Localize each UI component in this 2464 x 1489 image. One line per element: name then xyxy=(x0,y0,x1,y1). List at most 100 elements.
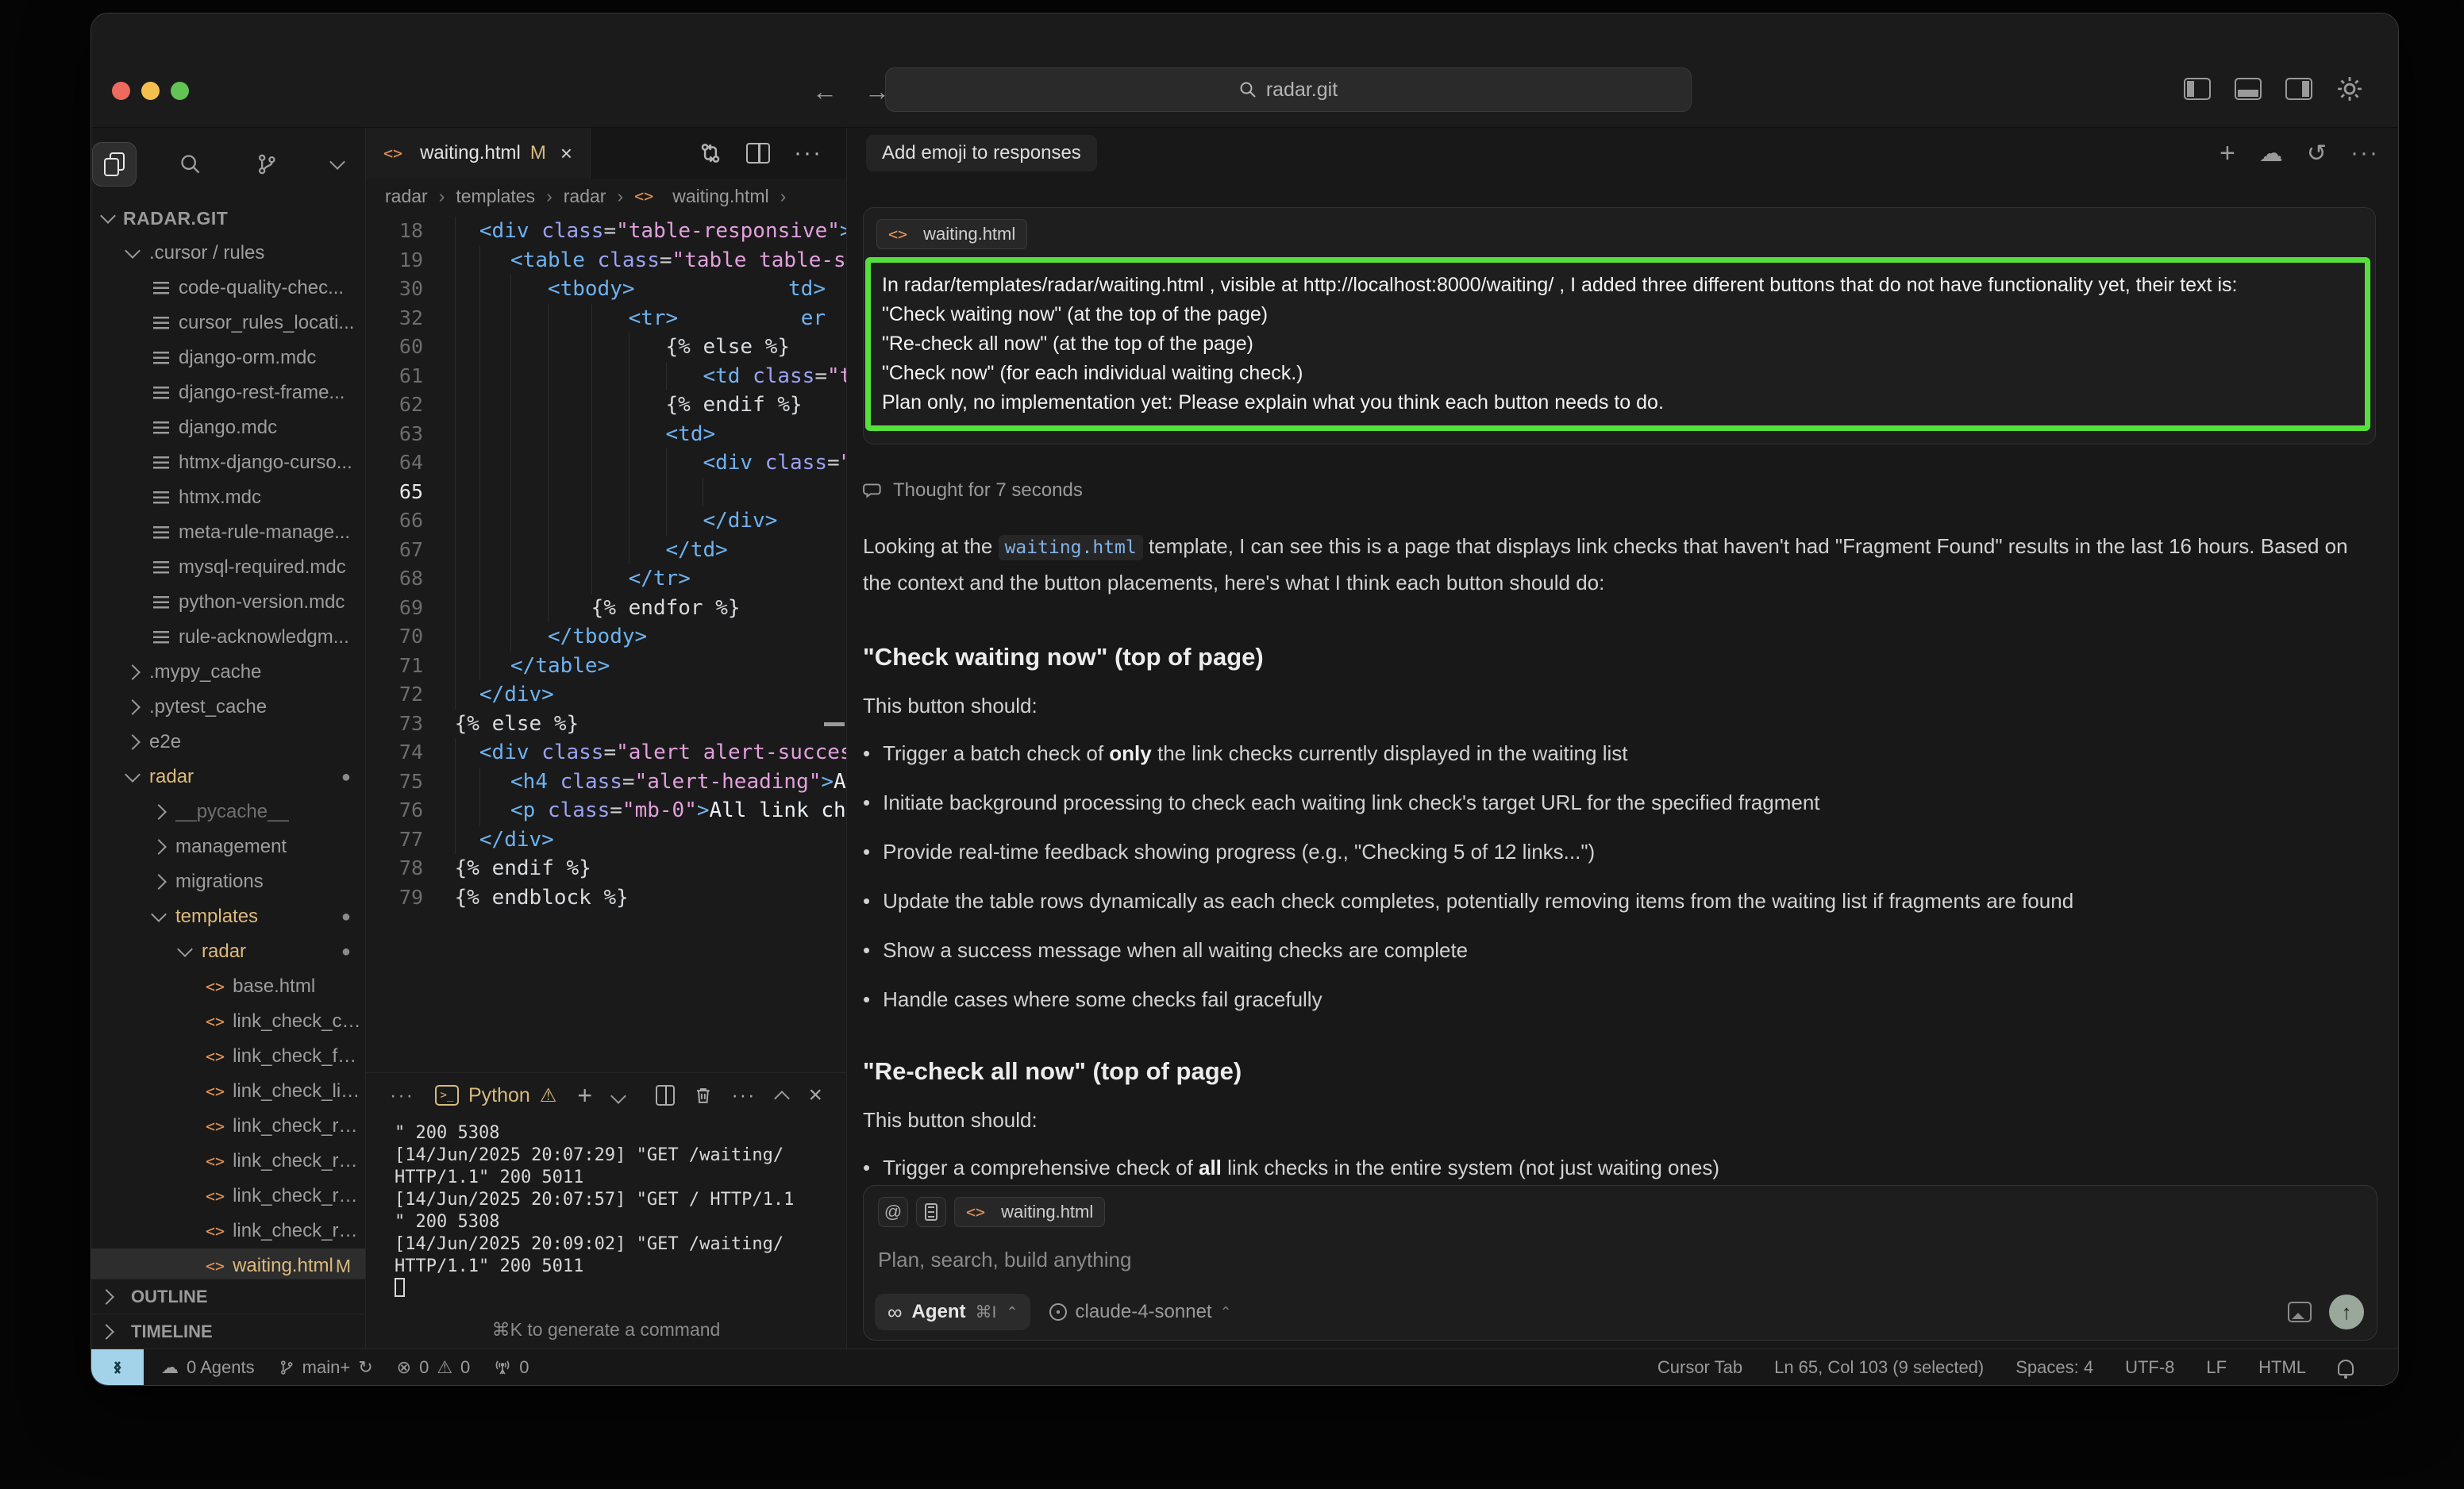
language-mode-status[interactable]: HTML xyxy=(2258,1357,2306,1378)
close-panel-icon[interactable]: × xyxy=(808,1082,822,1109)
tree-item--mypy-cache[interactable]: .mypy_cache xyxy=(91,655,365,690)
terminal-dropdown-icon[interactable] xyxy=(610,1088,626,1104)
split-editor-icon[interactable] xyxy=(746,143,770,164)
breadcrumb-item[interactable]: waiting.html xyxy=(672,186,768,207)
terminal-more-icon[interactable]: ··· xyxy=(731,1084,756,1107)
breadcrumb-item[interactable]: radar xyxy=(385,186,428,207)
tree-item-management[interactable]: management xyxy=(91,829,365,864)
terminal-output[interactable]: " 200 5308[14/Jun/2025 20:07:29] "GET /w… xyxy=(366,1118,846,1349)
toggle-right-panel-icon[interactable] xyxy=(2285,78,2312,100)
tree-item--cursor-rules[interactable]: .cursor / rules xyxy=(91,236,365,271)
tree-item-django-orm-mdc[interactable]: django-orm.mdc xyxy=(91,341,365,375)
line-number: 75 xyxy=(366,768,423,797)
input-context-file-chip[interactable]: <> waiting.html xyxy=(954,1197,1105,1227)
back-button[interactable]: ← xyxy=(812,77,837,106)
tree-item-radar[interactable]: radar● xyxy=(91,934,365,969)
terminal-tab-python[interactable]: >_ Python ⚠ xyxy=(435,1084,556,1107)
chat-tab[interactable]: Add emoji to responses xyxy=(866,135,1097,171)
search-sidebar-icon[interactable] xyxy=(168,142,213,187)
history-icon[interactable]: ↺ xyxy=(2307,140,2327,167)
tree-item-base-html[interactable]: <>base.html xyxy=(91,969,365,1004)
chat-conversation[interactable]: <> waiting.html In radar/templates/radar… xyxy=(847,179,2398,1349)
editor-more-actions-icon[interactable]: ··· xyxy=(794,140,822,167)
eol-status[interactable]: LF xyxy=(2206,1357,2227,1378)
tree-item--pytest-cache[interactable]: .pytest_cache xyxy=(91,690,365,725)
tree-item-link-check-list-h-[interactable]: <>link_check_list.h... xyxy=(91,1074,365,1109)
split-terminal-icon[interactable] xyxy=(656,1085,675,1106)
tree-item-link-check-resul-[interactable]: <>link_check_resul... xyxy=(91,1214,365,1249)
context-file-chip[interactable]: <> waiting.html xyxy=(876,219,1027,249)
tree-item-migrations[interactable]: migrations xyxy=(91,864,365,899)
tree-item-label: link_check_resul... xyxy=(233,1115,365,1137)
thought-row[interactable]: Thought for 7 seconds xyxy=(863,479,2376,502)
tree-item-waiting-html[interactable]: <>waiting.htmlM xyxy=(91,1249,365,1279)
tree-item-link-check-confi-[interactable]: <>link_check_confi... xyxy=(91,1004,365,1039)
terminal-left-more-icon[interactable]: ··· xyxy=(390,1084,414,1107)
indentation-status[interactable]: Spaces: 4 xyxy=(2015,1357,2093,1378)
chat-input-box[interactable]: @ <> waiting.html Plan, search, build an… xyxy=(863,1185,2377,1341)
views-chevron-icon[interactable] xyxy=(321,142,365,187)
git-branch-status[interactable]: main+ ↻ xyxy=(279,1357,373,1378)
timeline-section[interactable]: TIMELINE xyxy=(91,1314,365,1349)
command-center-search[interactable]: radar.git xyxy=(885,67,1692,112)
cloud-icon[interactable]: ☁ xyxy=(2259,140,2283,167)
tree-item-htmx-django-curso-[interactable]: htmx-django-curso... xyxy=(91,445,365,480)
maximize-panel-icon[interactable] xyxy=(775,1091,791,1106)
notifications-bell-icon[interactable] xyxy=(2338,1360,2354,1375)
tree-item-link-check-resul-[interactable]: <>link_check_resul... xyxy=(91,1109,365,1144)
tree-item-templates[interactable]: templates● xyxy=(91,899,365,934)
close-tab-icon[interactable]: × xyxy=(560,141,572,166)
tree-item-link-check-resul-[interactable]: <>link_check_resul... xyxy=(91,1179,365,1214)
code-editor[interactable]: 18<div class="table-responsive">19<table… xyxy=(366,214,846,1072)
tree-item-radar[interactable]: radar● xyxy=(91,760,365,795)
breadcrumb-item[interactable]: templates xyxy=(456,186,535,207)
chat-more-icon[interactable]: ··· xyxy=(2350,140,2379,167)
chat-input-placeholder[interactable]: Plan, search, build anything xyxy=(878,1248,2362,1272)
add-context-at-button[interactable]: @ xyxy=(878,1197,908,1227)
tree-item-link-check-form-[interactable]: <>link_check_form... xyxy=(91,1039,365,1074)
tree-item-rule-acknowledgm-[interactable]: rule-acknowledgm... xyxy=(91,620,365,655)
toggle-bottom-panel-icon[interactable] xyxy=(2235,78,2262,100)
git-compare-icon[interactable] xyxy=(699,141,722,165)
tree-item--pycache-[interactable]: __pycache__ xyxy=(91,795,365,829)
tree-item-django-rest-frame-[interactable]: django-rest-frame... xyxy=(91,375,365,410)
tree-item-link-check-resul-[interactable]: <>link_check_resul... xyxy=(91,1144,365,1179)
minimize-window-button[interactable] xyxy=(141,82,160,100)
tree-item-e2e[interactable]: e2e xyxy=(91,725,365,760)
agent-mode-selector[interactable]: ∞ Agent ⌘I ⌃ xyxy=(875,1294,1030,1330)
tab-waiting-html[interactable]: <> waiting.html M × xyxy=(366,128,591,179)
code-line-75: 75<h4 class="alert-heading">All Caught U… xyxy=(366,768,846,797)
modified-dot: ● xyxy=(341,768,351,787)
new-terminal-icon[interactable]: + xyxy=(577,1081,592,1110)
outline-section[interactable]: OUTLINE xyxy=(91,1279,365,1314)
tree-item-htmx-mdc[interactable]: htmx.mdc xyxy=(91,480,365,515)
project-root[interactable]: RADAR.GIT xyxy=(91,201,365,236)
tree-item-mysql-required-mdc[interactable]: mysql-required.mdc xyxy=(91,550,365,585)
attach-file-button[interactable] xyxy=(916,1197,946,1227)
attach-image-icon[interactable] xyxy=(2288,1302,2312,1322)
breadcrumb-item[interactable]: radar xyxy=(564,186,606,207)
model-selector[interactable]: claude-4-sonnet ⌃ xyxy=(1049,1301,1231,1323)
tree-item-meta-rule-manage-[interactable]: meta-rule-manage... xyxy=(91,515,365,550)
problems-status[interactable]: ⊗ 0 ⚠ 0 xyxy=(397,1357,471,1378)
send-button[interactable]: ↑ xyxy=(2329,1295,2364,1329)
html-file-icon: <> xyxy=(206,1152,225,1171)
source-control-icon[interactable] xyxy=(244,142,289,187)
agents-status[interactable]: ☁ 0 Agents xyxy=(161,1357,255,1378)
tree-item-code-quality-chec-[interactable]: code-quality-chec... xyxy=(91,271,365,306)
tree-item-cursor-rules-locati-[interactable]: cursor_rules_locati... xyxy=(91,306,365,341)
zoom-window-button[interactable] xyxy=(171,82,189,100)
new-chat-icon[interactable]: + xyxy=(2220,138,2235,169)
kill-terminal-trash-icon[interactable] xyxy=(695,1084,711,1106)
explorer-files-icon[interactable] xyxy=(92,142,137,187)
close-window-button[interactable] xyxy=(112,82,130,100)
remote-indicator[interactable] xyxy=(91,1349,144,1385)
cursor-tab-status[interactable]: Cursor Tab xyxy=(1657,1357,1742,1378)
cursor-position-status[interactable]: Ln 65, Col 103 (9 selected) xyxy=(1774,1357,1984,1378)
tree-item-django-mdc[interactable]: django.mdc xyxy=(91,410,365,445)
settings-gear-icon[interactable] xyxy=(2336,75,2363,102)
encoding-status[interactable]: UTF-8 xyxy=(2125,1357,2174,1378)
ports-status[interactable]: 0 xyxy=(494,1357,529,1378)
toggle-left-panel-icon[interactable] xyxy=(2184,78,2211,100)
tree-item-python-version-mdc[interactable]: python-version.mdc xyxy=(91,585,365,620)
